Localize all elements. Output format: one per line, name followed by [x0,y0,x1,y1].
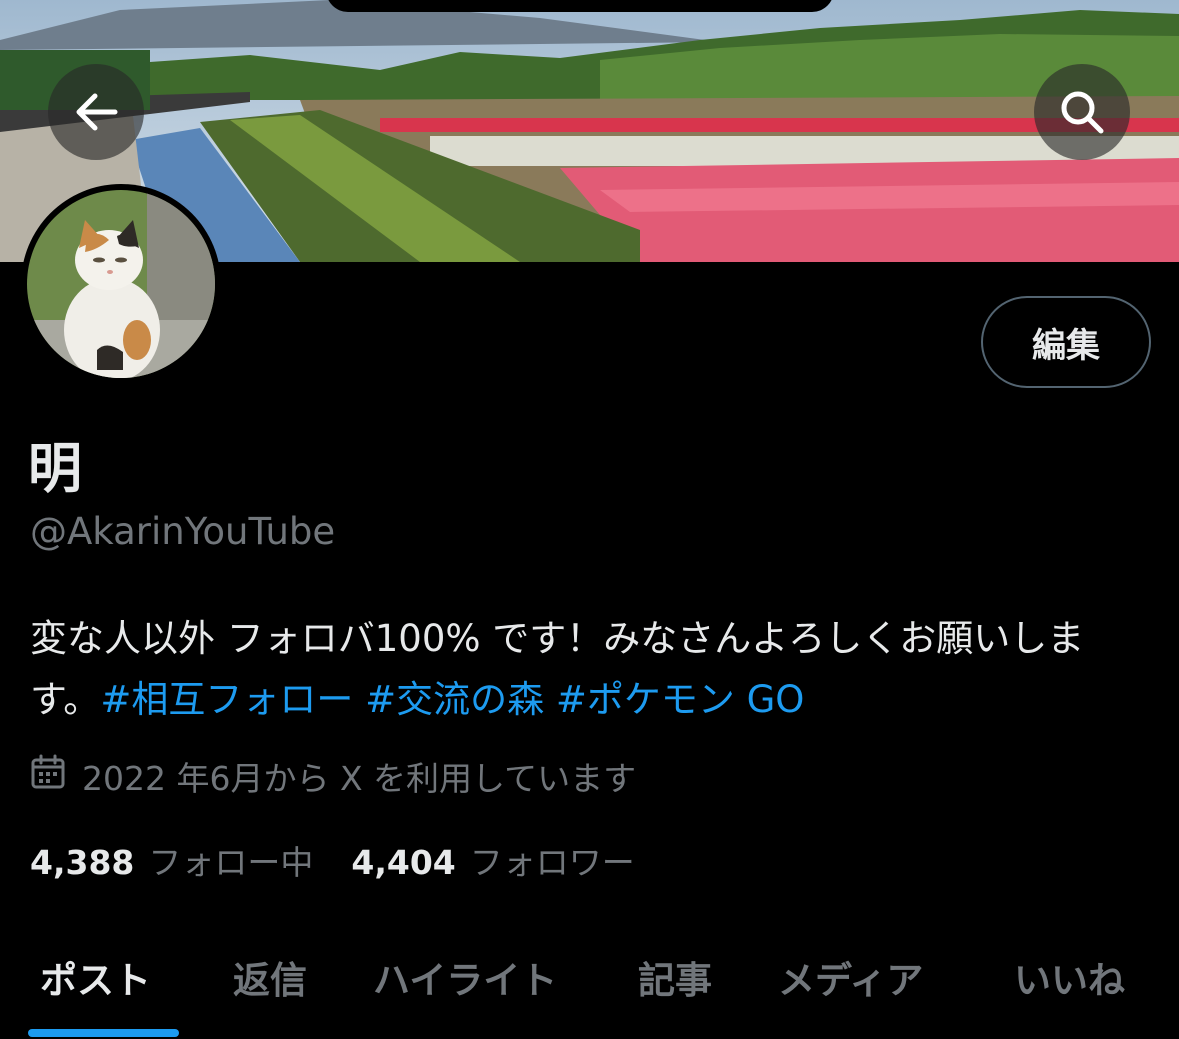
following-count: 4,388 [30,843,135,882]
join-date-text: 2022 年6月から X を利用しています [82,759,637,798]
profile-bio: 変な人以外 フォロバ100% です！みなさんよろしくお願いします。#相互フォロー… [30,608,1150,730]
tab-highlights[interactable]: ハイライト [373,950,557,1004]
device-notch [326,0,834,12]
tab-posts[interactable]: ポスト [40,950,151,1004]
followers-label: フォロワー [469,843,635,882]
search-icon [1058,88,1106,136]
calendar-icon [30,754,82,798]
hashtag-link[interactable]: #ポケモン GO [556,678,805,721]
followers-count: 4,404 [351,843,456,882]
arrow-left-icon [73,92,119,132]
active-tab-indicator [28,1029,179,1037]
followers-link[interactable]: 4,404 フォロワー [351,836,634,884]
following-link[interactable]: 4,388 フォロー中 [30,836,313,884]
avatar[interactable] [21,184,221,384]
join-date: 2022 年6月から X を利用しています [30,752,636,800]
tab-replies[interactable]: 返信 [233,950,307,1004]
tab-media[interactable]: メディア [778,950,923,1004]
hashtag-link[interactable]: #相互フォロー [100,678,353,721]
profile-tabs: ポスト 返信 ハイライト 記事 メディア いいね [0,940,1179,1039]
user-handle: @AkarinYouTube [30,510,336,553]
avatar-image [27,190,215,378]
display-name: 明 [28,437,82,500]
hashtag-link[interactable]: #交流の森 [365,678,544,721]
following-label: フォロー中 [148,843,314,882]
edit-profile-button[interactable]: 編集 [981,296,1151,388]
follow-stats: 4,388 フォロー中 4,404 フォロワー [30,836,673,884]
tab-articles[interactable]: 記事 [638,950,712,1004]
tab-likes[interactable]: いいね [1014,950,1125,1004]
search-button[interactable] [1034,64,1130,160]
back-button[interactable] [48,64,144,160]
